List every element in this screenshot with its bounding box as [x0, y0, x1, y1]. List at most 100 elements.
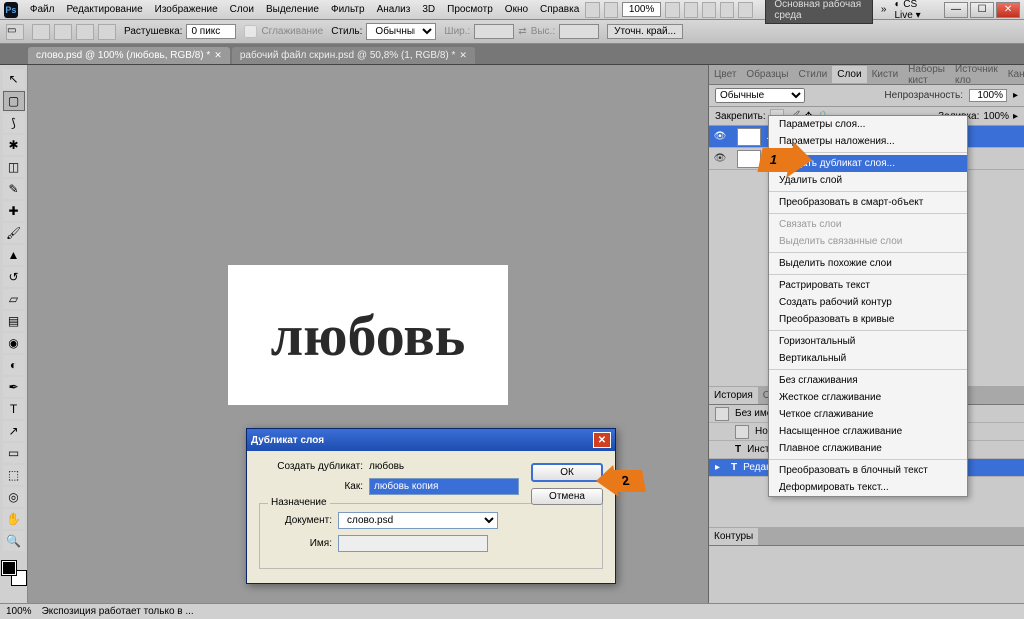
menu-image[interactable]: Изображение	[149, 4, 224, 15]
brush-tool[interactable]: 🖌	[3, 223, 25, 243]
window-close[interactable]: ✕	[996, 2, 1020, 18]
cancel-button[interactable]: Отмена	[531, 488, 603, 505]
menu-edit[interactable]: Редактирование	[60, 4, 148, 15]
gradient-tool[interactable]: ▤	[3, 311, 25, 331]
close-icon[interactable]: ✕	[459, 50, 467, 61]
dialog-titlebar[interactable]: Дубликат слоя ✕	[247, 429, 615, 451]
context-menu-item[interactable]: Насыщенное сглаживание	[769, 423, 967, 440]
zoom-shortcut-icon[interactable]	[684, 2, 698, 18]
menu-3d[interactable]: 3D	[416, 4, 441, 15]
tab-history[interactable]: История	[709, 387, 758, 404]
menu-help[interactable]: Справка	[534, 4, 585, 15]
as-name-input[interactable]	[369, 478, 519, 495]
context-menu-item[interactable]: Деформировать текст...	[769, 479, 967, 496]
selection-new-icon[interactable]	[32, 24, 50, 40]
document-select[interactable]: слово.psd	[338, 512, 498, 529]
selection-subtract-icon[interactable]	[76, 24, 94, 40]
3d-camera-tool[interactable]: ◎	[3, 487, 25, 507]
fill-slider-icon[interactable]: ▸	[1013, 111, 1018, 122]
feather-input[interactable]	[186, 24, 236, 39]
context-menu-item[interactable]: Создать рабочий контур	[769, 294, 967, 311]
history-brush-tool[interactable]: ↺	[3, 267, 25, 287]
type-tool[interactable]: T	[3, 399, 25, 419]
tab-swatches[interactable]: Образцы	[741, 66, 793, 83]
zoom-tool[interactable]: 🔍	[3, 531, 25, 551]
marquee-tool[interactable]: ▢	[3, 91, 25, 111]
pen-tool[interactable]: ✒	[3, 377, 25, 397]
eraser-tool[interactable]: ▱	[3, 289, 25, 309]
path-select-tool[interactable]: ↗	[3, 421, 25, 441]
menu-filter[interactable]: Фильтр	[325, 4, 371, 15]
opacity-slider-icon[interactable]: ▸	[1013, 90, 1018, 101]
dodge-tool[interactable]: ◐	[3, 355, 25, 375]
context-menu-item[interactable]: Преобразовать в смарт-объект	[769, 194, 967, 211]
tab-styles[interactable]: Стили	[793, 66, 832, 83]
zoom-level[interactable]: 100%	[622, 2, 662, 17]
refine-edge-button[interactable]: Уточн. край...	[607, 24, 683, 39]
workspace-switcher[interactable]: Основная рабочая среда	[765, 0, 873, 24]
blur-tool[interactable]: ◉	[3, 333, 25, 353]
context-menu-item[interactable]: Плавное сглаживание	[769, 440, 967, 457]
context-menu-item[interactable]: Преобразовать в кривые	[769, 311, 967, 328]
opacity-value[interactable]: 100%	[969, 89, 1007, 102]
arrange-shortcut-icon[interactable]	[720, 2, 734, 18]
anti-alias-checkbox[interactable]: Сглаживание	[244, 25, 323, 38]
status-zoom[interactable]: 100%	[6, 606, 32, 617]
eyedropper-tool[interactable]: ✎	[3, 179, 25, 199]
lasso-tool[interactable]: ⟆	[3, 113, 25, 133]
context-menu-item[interactable]: Жесткое сглаживание	[769, 389, 967, 406]
menu-view[interactable]: Просмотр	[441, 4, 499, 15]
menu-file[interactable]: Файл	[24, 4, 61, 15]
tab-color[interactable]: Цвет	[709, 66, 741, 83]
color-swatches[interactable]	[2, 561, 26, 585]
blend-mode-select[interactable]: Обычные	[715, 88, 805, 103]
tab-layers[interactable]: Слои	[832, 66, 866, 83]
context-menu-item[interactable]: Преобразовать в блочный текст	[769, 462, 967, 479]
visibility-eye-icon[interactable]: 👁	[709, 131, 731, 142]
3d-tool[interactable]: ⬚	[3, 465, 25, 485]
move-tool[interactable]: ↖	[3, 69, 25, 89]
doc-tab-2[interactable]: рабочий файл скрин.psd @ 50,8% (1, RGB/8…	[232, 47, 475, 64]
quick-select-tool[interactable]: ✱	[3, 135, 25, 155]
screen-mode-icon[interactable]	[738, 2, 752, 18]
current-tool-icon[interactable]: ▭	[6, 24, 24, 40]
menu-analysis[interactable]: Анализ	[371, 4, 417, 15]
hand-tool[interactable]: ✋	[3, 509, 25, 529]
doc-tab-1[interactable]: слово.psd @ 100% (любовь, RGB/8) *✕	[28, 47, 230, 64]
tab-paths[interactable]: Контуры	[709, 528, 758, 545]
ok-button[interactable]: ОК	[531, 463, 603, 482]
mini-bridge-icon[interactable]	[604, 2, 618, 18]
close-icon[interactable]: ✕	[214, 50, 222, 61]
crop-tool[interactable]: ◫	[3, 157, 25, 177]
window-maximize[interactable]: ☐	[970, 2, 994, 18]
context-menu-item[interactable]: Параметры слоя...	[769, 116, 967, 133]
tab-brushes[interactable]: Кисти	[867, 66, 904, 83]
window-minimize[interactable]: —	[944, 2, 968, 18]
context-menu-item[interactable]: Растрировать текст	[769, 277, 967, 294]
healing-tool[interactable]: ✚	[3, 201, 25, 221]
cs-live-button[interactable]: ◐ CS Live ▾	[894, 0, 934, 21]
fill-value[interactable]: 100%	[983, 111, 1009, 122]
hand-shortcut-icon[interactable]	[665, 2, 679, 18]
visibility-eye-icon[interactable]: 👁	[709, 153, 731, 164]
stamp-tool[interactable]: ▲	[3, 245, 25, 265]
menu-window[interactable]: Окно	[499, 4, 534, 15]
context-menu-item[interactable]: Четкое сглаживание	[769, 406, 967, 423]
selection-intersect-icon[interactable]	[98, 24, 116, 40]
context-menu-item[interactable]: Без сглаживания	[769, 372, 967, 389]
foreground-color[interactable]	[2, 561, 16, 575]
dialog-close-button[interactable]: ✕	[593, 432, 611, 448]
menu-select[interactable]: Выделение	[260, 4, 325, 15]
style-select[interactable]: Обычный	[366, 23, 436, 40]
shape-tool[interactable]: ▭	[3, 443, 25, 463]
context-menu-item[interactable]: Выделить похожие слои	[769, 255, 967, 272]
tab-channels[interactable]: Каналы	[1003, 66, 1024, 83]
context-menu-item[interactable]: Вертикальный	[769, 350, 967, 367]
style-label: Стиль:	[331, 26, 362, 37]
rotate-shortcut-icon[interactable]	[702, 2, 716, 18]
status-info[interactable]: Экспозиция работает только в ...	[42, 606, 194, 617]
menu-layers[interactable]: Слои	[224, 4, 260, 15]
launch-bridge-icon[interactable]	[585, 2, 599, 18]
selection-add-icon[interactable]	[54, 24, 72, 40]
context-menu-item[interactable]: Горизонтальный	[769, 333, 967, 350]
